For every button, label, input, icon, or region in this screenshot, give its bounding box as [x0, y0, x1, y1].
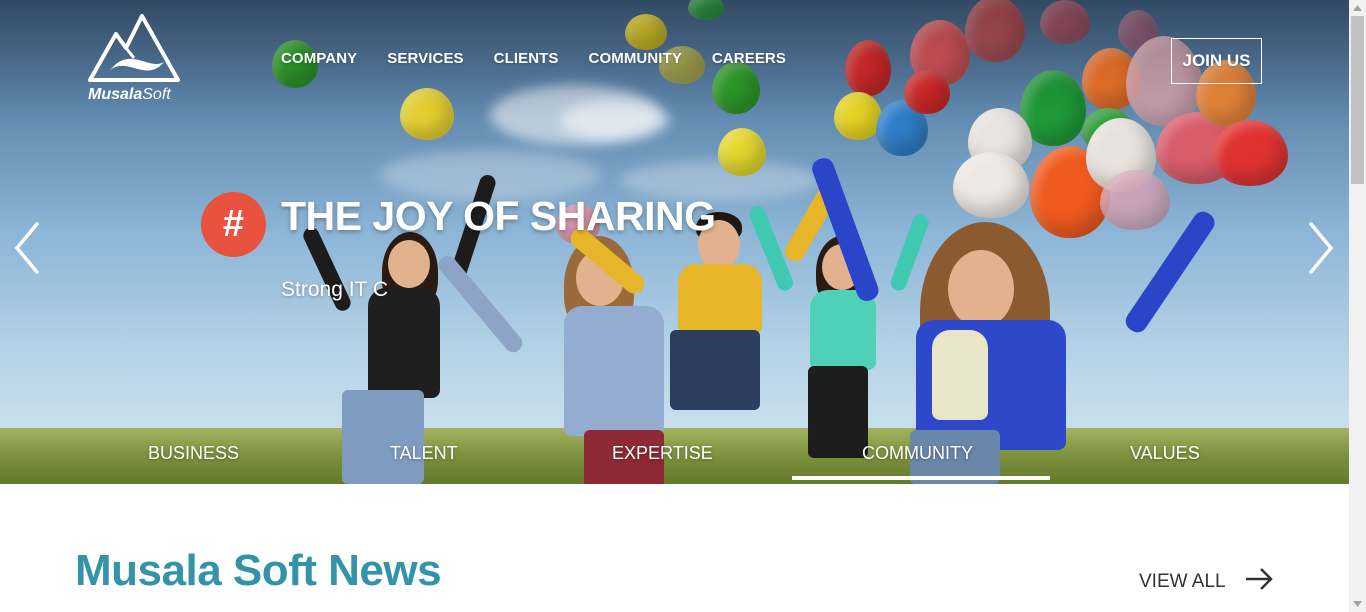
arrow-right-icon — [1244, 567, 1274, 597]
mountain-logo-icon — [88, 14, 180, 82]
nav-item-clients[interactable]: CLIENTS — [494, 50, 559, 67]
slider-prev-button[interactable] — [12, 220, 42, 276]
page-scrollbar[interactable] — [1349, 0, 1366, 612]
nav-item-services[interactable]: SERVICES — [387, 50, 463, 67]
slide-subtitle: Strong IT C — [281, 278, 388, 301]
tab-business[interactable]: BUSINESS — [148, 443, 239, 464]
slide-title: THE JOY OF SHARING — [281, 193, 716, 239]
view-all-link[interactable]: VIEW ALL — [1139, 567, 1274, 597]
company-logo[interactable]: MusalaSoft — [86, 14, 182, 106]
chevron-left-icon — [14, 222, 39, 274]
logo-wordmark: MusalaSoft — [88, 86, 171, 103]
nav-item-careers[interactable]: CAREERS — [712, 50, 786, 67]
slide-category-tabs: BUSINESS TALENT EXPERTISE COMMUNITY VALU… — [0, 440, 1349, 484]
hero-shade — [0, 0, 1349, 484]
view-all-label: VIEW ALL — [1139, 571, 1226, 592]
tab-values[interactable]: VALUES — [1130, 443, 1200, 464]
scrollbar-thumb[interactable] — [1351, 16, 1364, 184]
slider-next-button[interactable] — [1306, 220, 1336, 276]
tab-talent[interactable]: TALENT — [390, 443, 458, 464]
scroll-up-arrow-icon[interactable] — [1349, 0, 1366, 16]
scroll-down-arrow-icon[interactable] — [1349, 596, 1366, 612]
chevron-right-icon — [1309, 222, 1334, 274]
nav-item-community[interactable]: COMMUNITY — [589, 50, 682, 67]
tab-expertise[interactable]: EXPERTISE — [612, 443, 713, 464]
active-tab-indicator — [792, 476, 1050, 480]
join-us-button[interactable]: JOIN US — [1171, 38, 1262, 84]
nav-item-company[interactable]: COMPANY — [281, 50, 357, 67]
tab-community[interactable]: COMMUNITY — [862, 443, 973, 464]
hashtag-badge: # — [201, 192, 266, 257]
news-section-title: Musala Soft News — [75, 546, 442, 595]
main-nav: COMPANY SERVICES CLIENTS COMMUNITY CAREE… — [281, 50, 816, 67]
